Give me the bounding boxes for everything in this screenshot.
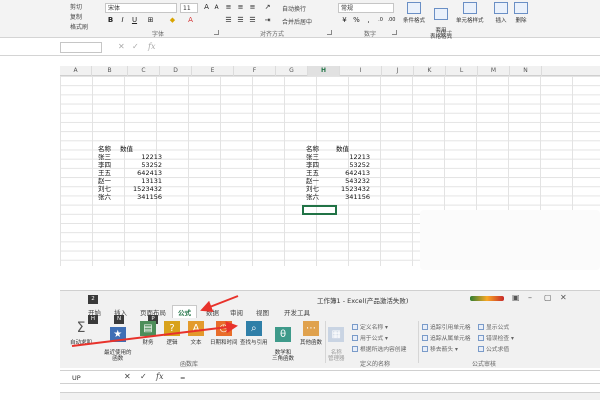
annotation-arrows (71, 295, 239, 347)
arrow-to-lookup-button (71, 321, 238, 347)
arrow-to-formulas-tab (200, 295, 239, 312)
